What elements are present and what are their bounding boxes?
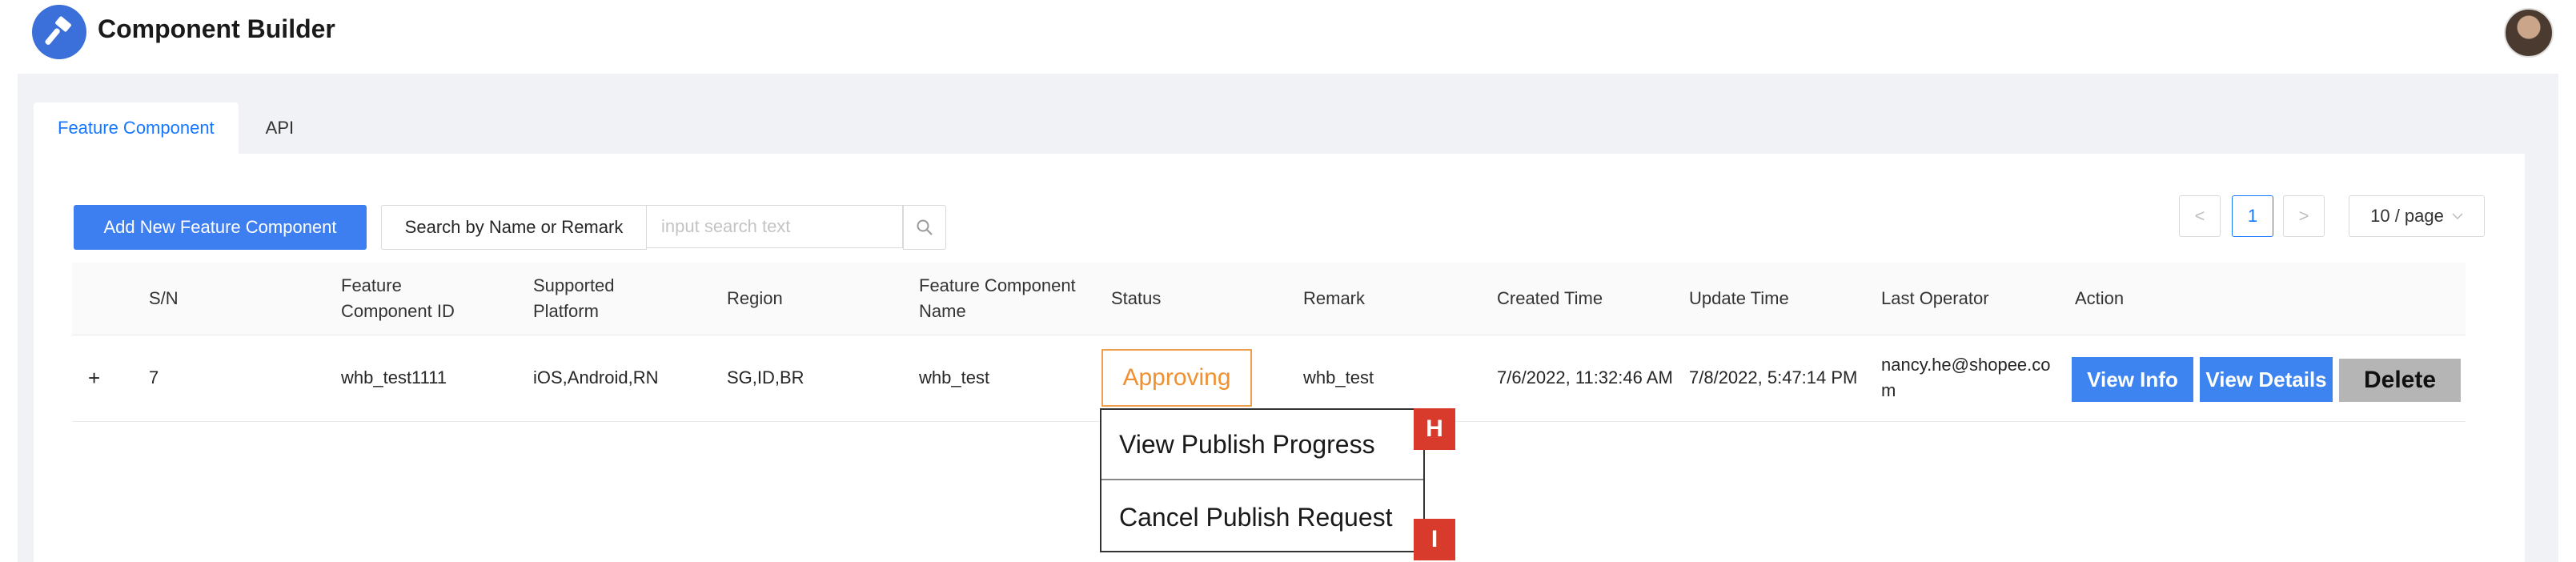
view-info-button[interactable]: View Info xyxy=(2072,357,2193,402)
column-header: Region xyxy=(727,288,783,308)
cell-sn: 7 xyxy=(149,367,159,387)
tab-api[interactable]: API xyxy=(241,102,319,154)
page-size-label: 10 / page xyxy=(2370,206,2444,226)
add-feature-component-button[interactable]: Add New Feature Component xyxy=(74,205,367,250)
search-input[interactable] xyxy=(647,205,903,248)
status-dropdown-menu: View Publish Progress Cancel Publish Req… xyxy=(1100,408,1425,552)
view-details-button[interactable]: View Details xyxy=(2200,357,2333,402)
cell-region: SG,ID,BR xyxy=(727,367,804,387)
cell-created-time: 7/6/2022, 11:32:46 AM xyxy=(1497,367,1673,387)
chevron-down-icon xyxy=(2452,213,2463,220)
cell-update-time: 7/8/2022, 5:47:14 PM xyxy=(1689,367,1858,387)
app-title: Component Builder xyxy=(98,14,335,43)
menu-item-view-publish-progress[interactable]: View Publish Progress xyxy=(1101,410,1423,480)
column-header: Status xyxy=(1111,288,1162,308)
app-logo xyxy=(32,5,86,59)
avatar[interactable] xyxy=(2504,8,2554,58)
column-header: Supported Platform xyxy=(533,275,615,321)
pagination-prev[interactable]: < xyxy=(2179,195,2221,237)
column-header: Update Time xyxy=(1689,288,1789,308)
cell-last-operator: nancy.he@shopee.com xyxy=(1881,355,2051,400)
column-header: Created Time xyxy=(1497,288,1603,308)
search-button[interactable] xyxy=(903,205,946,250)
menu-item-cancel-publish-request[interactable]: Cancel Publish Request xyxy=(1101,482,1423,552)
cell-platform: iOS,Android,RN xyxy=(533,367,659,387)
pagination-next[interactable]: > xyxy=(2283,195,2325,237)
column-header: Remark xyxy=(1303,288,1366,308)
hammer-icon xyxy=(45,16,71,45)
top-bar: Component Builder xyxy=(0,0,2576,67)
column-header: Action xyxy=(2075,288,2125,308)
column-header: Feature Component ID xyxy=(341,275,455,321)
table-header: S/N Feature Component ID Supported Platf… xyxy=(72,263,2466,335)
search-icon xyxy=(917,219,933,235)
column-header: S/N xyxy=(149,288,179,308)
status-badge[interactable]: Approving xyxy=(1101,349,1252,407)
page-size-select[interactable]: 10 / page xyxy=(2349,195,2485,237)
cell-component-id: whb_test1111 xyxy=(341,367,447,387)
annotation-marker: H xyxy=(1414,408,1455,450)
tab-bar: Feature Component API xyxy=(34,102,321,154)
pagination-page[interactable]: 1 xyxy=(2232,195,2273,237)
tab-feature-component[interactable]: Feature Component xyxy=(34,102,239,154)
delete-button[interactable]: Delete xyxy=(2339,359,2461,402)
column-header: Last Operator xyxy=(1881,288,1989,308)
column-header: Feature Component Name xyxy=(919,275,1076,321)
cell-name: whb_test xyxy=(919,367,990,387)
expand-row-button[interactable]: + xyxy=(88,335,100,421)
search-filter-select[interactable]: Search by Name or Remark xyxy=(381,205,647,250)
annotation-marker: I xyxy=(1414,519,1455,560)
